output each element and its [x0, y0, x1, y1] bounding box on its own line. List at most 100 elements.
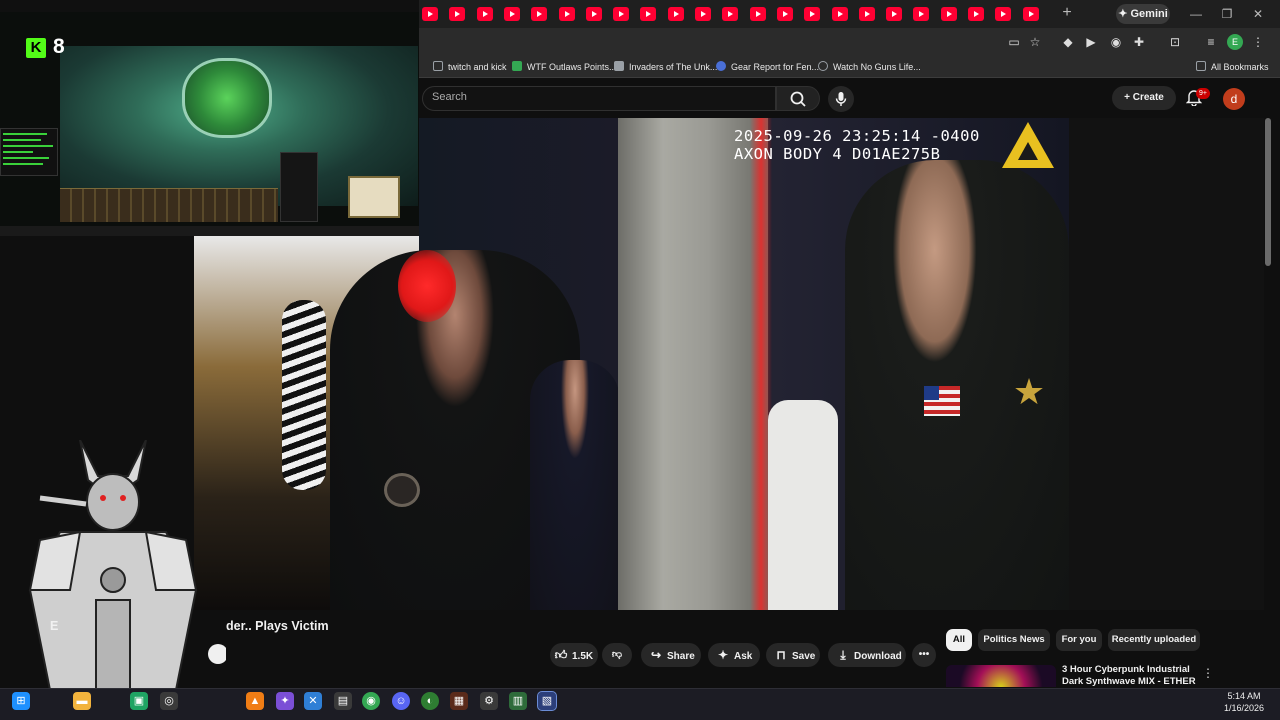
app-icon[interactable]: ✕ [304, 692, 322, 710]
browser-tab[interactable] [968, 7, 984, 21]
more-actions-button[interactable]: ••• [912, 643, 936, 667]
more-horizontal-icon: ••• [918, 649, 930, 660]
axon-logo-icon [1002, 122, 1054, 168]
browser-tab[interactable] [940, 7, 957, 21]
kick-logo-icon: K [26, 38, 46, 58]
search-icon [790, 91, 806, 107]
chip-politics-news[interactable]: Politics News [978, 629, 1050, 651]
app-icon[interactable]: ▥ [509, 692, 527, 710]
browser-tab[interactable] [422, 7, 438, 21]
flag-patch [924, 386, 960, 416]
browser-tab[interactable] [558, 7, 575, 21]
browser-tab[interactable] [886, 7, 903, 21]
browser-tab[interactable] [667, 7, 684, 21]
browser-tab[interactable] [476, 7, 493, 21]
browser-tab[interactable] [695, 7, 711, 21]
chip-recently-uploaded[interactable]: Recently uploaded [1108, 629, 1200, 651]
taskbar-clock[interactable]: 5:14 AM 1/16/2026 [1214, 690, 1274, 714]
media-icon[interactable]: ≡ [1203, 34, 1219, 50]
bookmark-wtf-outlaws[interactable]: WTF Outlaws Points... [512, 59, 617, 75]
like-button[interactable]: 👍︎ 1.5K [550, 643, 598, 667]
dislike-button[interactable]: 👎︎ [602, 643, 632, 667]
save-button[interactable]: ⊓ Save [766, 643, 820, 667]
cast-icon[interactable]: ▭ [1006, 34, 1022, 50]
start-windows-icon[interactable]: ⊞ [12, 692, 30, 710]
chip-for-you[interactable]: For you [1056, 629, 1102, 651]
browser-tab[interactable] [749, 7, 766, 21]
create-button[interactable]: + Create [1112, 86, 1176, 110]
bookmark-favicon [614, 61, 624, 71]
game-portal [182, 58, 272, 138]
app-icon[interactable]: ◐ [421, 692, 439, 710]
extension-icon[interactable]: ◉ [1108, 34, 1124, 50]
extensions-puzzle-icon[interactable]: ✚ [1131, 34, 1147, 50]
browser-tab[interactable] [831, 7, 848, 21]
extension-icon[interactable]: ◆ [1060, 34, 1076, 50]
browser-tab[interactable] [503, 7, 520, 21]
extension-icon[interactable]: ▶ [1083, 34, 1099, 50]
settings-gear-icon[interactable]: ⚙ [480, 692, 498, 710]
search-button[interactable] [776, 86, 820, 111]
bookmark-no-guns-life[interactable]: Watch No Guns Life... [818, 59, 921, 75]
app-icon[interactable]: ✦ [276, 692, 294, 710]
wristwatch [384, 473, 420, 507]
share-icon: ↪ [650, 648, 662, 662]
more-menu-icon[interactable]: ⋮ [1250, 34, 1266, 50]
more-vertical-icon[interactable]: ⋮ [1202, 665, 1214, 681]
browser-tab[interactable] [858, 7, 875, 21]
avatar[interactable]: d [1223, 88, 1245, 110]
bookmark-twitch-and-kick[interactable]: twitch and kick [433, 59, 507, 75]
recommendation-title[interactable]: 3 Hour Cyberpunk Industrial Dark Synthwa… [1062, 664, 1212, 686]
browser-tab[interactable] [1022, 7, 1039, 21]
page-scrollbar[interactable] [1265, 118, 1271, 266]
all-bookmarks[interactable]: All Bookmarks [1196, 59, 1269, 75]
chrome-icon[interactable]: ◉ [362, 692, 380, 710]
voice-search-button[interactable] [828, 86, 854, 112]
browser-tab[interactable] [585, 7, 602, 21]
game-top-bar [0, 0, 419, 12]
discord-icon[interactable]: ☺ [392, 692, 410, 710]
bookmark-gear-report[interactable]: Gear Report for Fen... [716, 59, 819, 75]
gemini-label: Gemini [1130, 8, 1168, 20]
viewer-count: 8 [53, 35, 65, 58]
app-icon[interactable]: ▧ [537, 691, 557, 711]
vlc-icon[interactable]: ▲ [246, 692, 264, 710]
browser-tab[interactable] [640, 7, 657, 21]
blurred-face [398, 250, 456, 322]
plus-icon: + [1124, 92, 1133, 103]
file-explorer-icon[interactable]: ▬ [73, 692, 91, 710]
close-window-button[interactable]: ✕ [1248, 5, 1268, 23]
browser-tab[interactable] [804, 7, 821, 21]
browser-tab[interactable] [531, 7, 548, 21]
notification-badge: 9+ [1196, 88, 1210, 99]
share-button[interactable]: ↪ Share [641, 643, 701, 667]
browser-tab[interactable] [913, 7, 930, 21]
browser-tab[interactable] [995, 7, 1012, 21]
bookmark-favicon [512, 61, 522, 71]
minimize-button[interactable]: — [1186, 5, 1206, 23]
profile-icon[interactable]: E [1227, 34, 1243, 50]
folder-icon [1196, 61, 1206, 71]
bookmark-star-icon[interactable]: ☆ [1027, 34, 1043, 50]
gemini-button[interactable]: ✦ Gemini [1116, 4, 1170, 24]
browser-tab[interactable] [613, 7, 630, 21]
browser-tab[interactable] [722, 7, 739, 21]
bookmark-invaders[interactable]: Invaders of The Unk... [614, 59, 717, 75]
ask-button[interactable]: ✦ Ask [708, 643, 760, 667]
app-icon[interactable]: ▤ [334, 692, 352, 710]
app-icon[interactable]: ◎ [160, 692, 178, 710]
chip-all[interactable]: All [946, 629, 972, 651]
game-app-icon[interactable]: ▦ [450, 692, 468, 710]
restore-button[interactable]: ❐ [1217, 5, 1237, 23]
game-dialog [348, 176, 400, 218]
new-tab-button[interactable]: + [1058, 4, 1076, 22]
browser-tab[interactable] [449, 7, 466, 21]
search-input[interactable] [422, 86, 776, 111]
tab-search-icon[interactable]: ⊡ [1167, 34, 1183, 50]
clock-date: 1/16/2026 [1223, 703, 1265, 713]
browser-tab[interactable] [776, 7, 793, 21]
app-icon[interactable]: ▣ [130, 692, 148, 710]
download-button[interactable]: ⤓ Download [828, 643, 906, 667]
recommendation-thumbnail[interactable] [946, 665, 1056, 687]
folder-icon [433, 61, 443, 71]
